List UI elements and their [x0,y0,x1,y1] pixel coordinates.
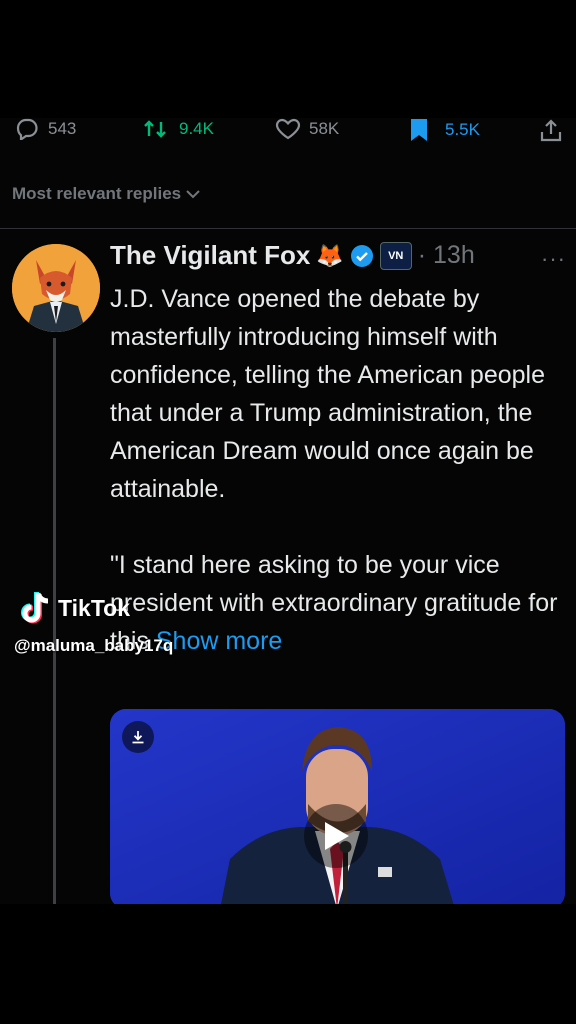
play-button[interactable] [304,804,368,868]
reply-sort-selector[interactable]: Most relevant replies [12,184,201,204]
top-black-bar [0,0,576,118]
tweet-header: The Vigilant Fox 🦊 VN · 13h [110,240,475,271]
tweet-text: J.D. Vance opened the debate by masterfu… [110,280,570,660]
download-button[interactable] [122,721,154,753]
like-icon [275,118,301,140]
tiktok-watermark: TikTok [18,590,130,626]
show-more-link[interactable]: Show more [156,627,282,655]
like-button[interactable]: 58K [275,118,339,140]
bookmark-button[interactable]: 5.5K [409,118,480,142]
bookmark-count: 5.5K [445,120,480,139]
divider [0,228,576,229]
tweet-time[interactable]: · 13h [418,241,475,270]
verified-badge-icon [350,244,373,267]
bookmark-icon [411,119,427,141]
repost-count: 9.4K [179,119,214,138]
reply-button[interactable]: 543 [14,118,76,140]
tweet-body: J.D. Vance opened the debate by masterfu… [110,285,558,655]
share-icon [540,119,562,142]
author-name[interactable]: The Vigilant Fox [110,240,310,271]
tweet-screenshot: 543 9.4K 58K 5.5K Most relevant replies … [0,118,576,904]
fox-emoji: 🦊 [316,242,344,268]
reply-count: 543 [48,119,77,138]
tiktok-brand: TikTok [58,594,130,621]
chevron-down-icon [186,190,200,199]
like-count: 58K [309,119,340,138]
repost-button[interactable]: 9.4K [143,118,214,140]
download-icon [132,731,144,744]
reply-icon [16,118,38,140]
author-avatar[interactable] [12,244,100,332]
tiktok-logo-icon [21,592,49,624]
tweet-video[interactable] [110,709,565,904]
more-options-button[interactable]: ··· [541,246,566,272]
repost-icon [144,120,166,138]
tiktok-handle: @maluma_baby17q [14,636,174,655]
affiliate-badge: VN [379,241,412,270]
share-button[interactable] [540,118,562,142]
engagement-bar: 543 9.4K 58K 5.5K [0,118,576,144]
reply-sort-label: Most relevant replies [12,184,182,203]
play-icon [325,822,349,850]
bottom-black-bar [0,904,576,1024]
